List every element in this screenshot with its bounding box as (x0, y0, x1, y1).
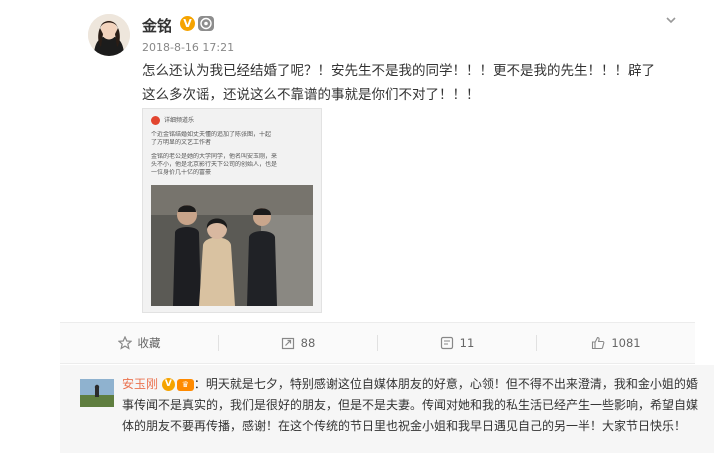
embed-line: 一位身价几十亿的富豪 (151, 169, 212, 176)
comment-icon (440, 336, 453, 350)
comment-separator: ： (193, 377, 206, 391)
action-bar: 收藏 88 11 1081 (60, 322, 695, 364)
source-logo-icon (151, 116, 160, 125)
thumbs-up-icon (592, 336, 605, 350)
comment-button[interactable]: 11 (378, 323, 536, 363)
like-count: 1081 (611, 336, 641, 350)
member-icon[interactable] (198, 16, 214, 31)
favorite-button[interactable]: 收藏 (60, 323, 218, 363)
like-button[interactable]: 1081 (537, 323, 695, 363)
author-name[interactable]: 金铭 (142, 15, 172, 36)
embed-photo (151, 185, 313, 306)
embed-line: 个近金铭结婚如丈夫懂的追加了陈张图，十起 (151, 131, 272, 138)
comment-count: 11 (459, 336, 475, 350)
post-timestamp[interactable]: 2018-8-16 17:21 (142, 41, 234, 54)
comment-body: 明天就是七夕，特别感谢这位自媒体朋友的好意，心领！但不得不出来澄清，我和金小姐的… (122, 377, 699, 433)
share-icon (281, 337, 294, 350)
post-image[interactable]: 详细频道乐 个近金铭结婚如丈夫懂的追加了陈张图，十起 了方明显的文艺工作者 金铭… (142, 108, 322, 313)
comment-item: 安玉刚 V ♛ ：明天就是七夕，特别感谢这位自媒体朋友的好意，心领！但不得不出来澄清… (60, 365, 714, 453)
favorite-label: 收藏 (137, 336, 161, 350)
verified-badge-icon: V (161, 378, 175, 391)
embed-header: 详细频道乐 (151, 115, 313, 127)
repost-count: 88 (300, 336, 316, 350)
weibo-post-card: 金铭 V 2018-8-16 17:21 怎么还认为我已经结婚了呢？！安先生不是… (0, 0, 714, 453)
commenter-avatar[interactable] (80, 379, 114, 407)
comment-text-block: 安玉刚 V ♛ ：明天就是七夕，特别感谢这位自媒体朋友的好意，心领！但不得不出来澄清… (122, 374, 704, 437)
commenter-name[interactable]: 安玉刚 (122, 377, 158, 391)
embed-line: 金铭的老公是她的大学同学，他名叫安玉刚，来 (151, 153, 278, 160)
post-body: 怎么还认为我已经结婚了呢？！安先生不是我的同学！！！更不是我的先生！！！辟了这么… (142, 63, 655, 103)
embed-source: 详细频道乐 (164, 117, 195, 124)
verified-badge-icon: V (180, 16, 195, 31)
embed-line: 头不小，他是北京影行天下公司的创始人，也是 (151, 161, 278, 168)
chevron-down-icon[interactable] (663, 12, 679, 28)
star-icon (117, 336, 132, 350)
repost-button[interactable]: 88 (219, 323, 377, 363)
embed-line: 了方明显的文艺工作者 (151, 139, 212, 146)
crown-icon: ♛ (176, 378, 194, 391)
author-avatar[interactable] (88, 14, 130, 56)
